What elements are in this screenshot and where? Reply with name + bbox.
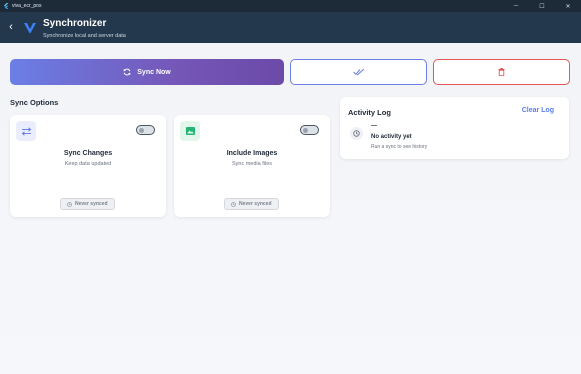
sync-now-button[interactable]: Sync Now [10, 59, 284, 85]
sync-icon [123, 68, 131, 76]
include-images-card: Include Images Sync media files Never sy… [174, 115, 330, 217]
double-check-icon [352, 68, 364, 76]
sync-changes-card: Sync Changes Keep data updated Never syn… [10, 115, 166, 217]
clear-data-button[interactable] [433, 59, 570, 85]
card-icon-wrapper [180, 121, 200, 141]
app-bar: ‹ Synchronizer Synchronize local and ser… [0, 12, 581, 43]
window-titlebar: viva_ecr_pos ─ ☐ ✕ [0, 0, 581, 12]
app-logo-icon [24, 23, 36, 33]
activity-log-title: Activity Log [348, 108, 391, 117]
page-subtitle: Synchronize local and server data [43, 33, 126, 39]
card-subtitle: Sync media files [231, 161, 273, 167]
status-text: Never synced [75, 201, 108, 207]
back-button[interactable]: ‹ [5, 20, 17, 34]
empty-state-subtitle: Run a sync to see history [371, 144, 428, 150]
clock-icon [67, 201, 72, 207]
activity-log-panel: Activity Log Clear Log — No activity yet… [340, 97, 569, 159]
status-badge: Never synced [224, 198, 279, 210]
page-title: Synchronizer [43, 18, 107, 29]
activity-entry-dash: — [371, 123, 377, 129]
sync-changes-toggle[interactable] [136, 125, 155, 135]
status-text: Never synced [239, 201, 272, 207]
card-title: Include Images [226, 150, 278, 157]
clock-icon [353, 130, 360, 137]
activity-icon-wrapper [350, 127, 363, 140]
maximize-button[interactable]: ☐ [529, 0, 555, 12]
card-subtitle: Keep data updated [64, 161, 112, 167]
clock-icon [231, 201, 236, 207]
window-title: viva_ecr_pos [12, 3, 42, 9]
empty-state-title: No activity yet [371, 134, 412, 140]
status-badge: Never synced [60, 198, 115, 210]
card-title: Sync Changes [63, 150, 113, 157]
clear-log-button[interactable]: Clear Log [522, 107, 554, 114]
mark-synced-button[interactable] [290, 59, 427, 85]
swap-arrows-icon [21, 126, 31, 136]
card-icon-wrapper [16, 121, 36, 141]
sync-options-heading: Sync Options [10, 98, 59, 107]
sync-now-label: Sync Now [137, 68, 171, 76]
minimize-button[interactable]: ─ [503, 0, 529, 12]
image-icon [185, 127, 195, 135]
main-content: Sync Now Sync Options Sync Changes Keep … [0, 43, 581, 374]
close-button[interactable]: ✕ [555, 0, 581, 12]
trash-icon [498, 68, 505, 76]
flutter-logo-icon [3, 3, 9, 9]
include-images-toggle[interactable] [300, 125, 319, 135]
